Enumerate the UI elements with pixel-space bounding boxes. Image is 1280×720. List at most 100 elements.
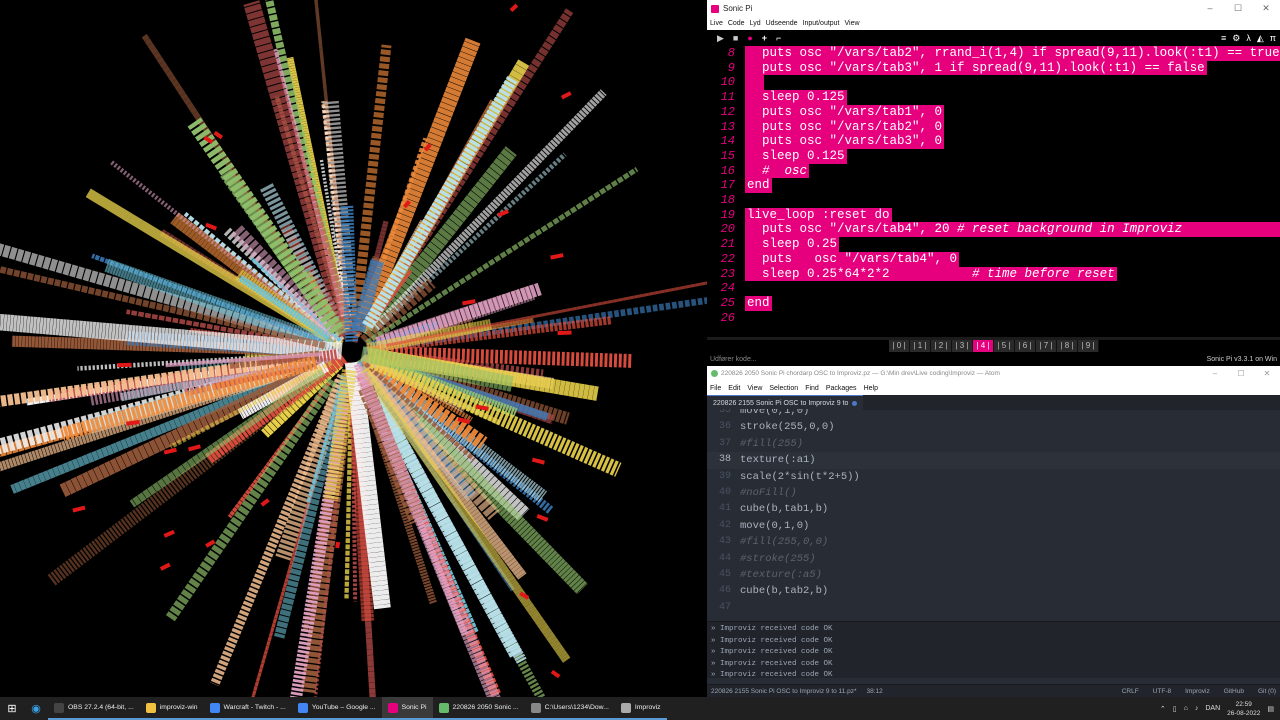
status-line-ending[interactable]: CRLF — [1122, 688, 1139, 695]
menu-find[interactable]: Find — [805, 385, 819, 392]
buffer-tab-9[interactable]: | 9 | — [1078, 340, 1099, 352]
buffer-tab-4[interactable]: | 4 | — [973, 340, 994, 352]
edge-icon[interactable]: ◉ — [24, 697, 48, 720]
volume-icon[interactable]: ♪ — [1195, 705, 1199, 712]
code-line[interactable]: 41 cube(b,tab1,b) — [707, 501, 1280, 517]
code-line[interactable]: 11 sleep 0.125 — [707, 90, 1280, 105]
buffer-tab-5[interactable]: | 5 | — [994, 340, 1015, 352]
notifications-icon[interactable]: ▤ — [1267, 705, 1274, 713]
maximize-button[interactable]: ☐ — [1224, 3, 1252, 14]
buffer-tab-3[interactable]: | 3 | — [952, 340, 973, 352]
sonic-pi-titlebar[interactable]: Sonic Pi – ☐ ✕ — [707, 0, 1280, 17]
taskbar-item[interactable]: 220826 2050 Sonic ... — [432, 697, 525, 720]
buffer-tab-2[interactable]: | 2 | — [931, 340, 952, 352]
language-indicator[interactable]: DAN — [1205, 705, 1220, 712]
windows-start-icon[interactable]: ⊞ — [0, 697, 24, 720]
code-line[interactable]: 40 #noFill() — [707, 485, 1280, 501]
buffer-tab-1[interactable]: | 1 | — [910, 340, 931, 352]
menu-edit[interactable]: Edit — [728, 385, 740, 392]
code-line[interactable]: 38 texture(:a1) — [707, 452, 1280, 469]
code-line[interactable]: 36 stroke(255,0,0) — [707, 419, 1280, 435]
menu-file[interactable]: File — [710, 385, 721, 392]
code-line[interactable]: 13 puts osc "/vars/tab2", 0 — [707, 119, 1280, 135]
sonic-pi-code-editor[interactable]: 8 puts osc "/vars/tab2", rrand_i(1,4) if… — [707, 46, 1280, 338]
code-line[interactable]: 14 puts osc "/vars/tab3", 0 — [707, 134, 1280, 149]
taskbar-item[interactable]: improviz-win — [139, 697, 204, 720]
taskbar-item[interactable]: Improviz — [614, 697, 667, 720]
pi-icon[interactable]: π — [1270, 33, 1276, 44]
code-line[interactable]: 20 puts osc "/vars/tab4", 20 # reset bac… — [707, 222, 1280, 238]
code-line[interactable]: 37 #fill(255) — [707, 436, 1280, 452]
buffer-tab-0[interactable]: | 0 | — [889, 340, 910, 352]
menu-view[interactable]: View — [845, 20, 860, 27]
taskbar-item[interactable]: Sonic Pi — [381, 697, 433, 720]
minimize-button[interactable]: – — [1202, 369, 1228, 378]
stop-icon[interactable]: ■ — [733, 33, 738, 43]
menu-selection[interactable]: Selection — [769, 385, 798, 392]
scope-icon[interactable]: ≡ — [1221, 33, 1226, 44]
taskbar-item[interactable]: YouTube – Google ... — [291, 697, 382, 720]
save-icon[interactable]: ⌐ — [776, 33, 781, 43]
status-file[interactable]: 220826 2155 Sonic Pi OSC to Improviz 9 t… — [711, 688, 857, 695]
code-line[interactable]: 17 end — [707, 178, 1280, 193]
battery-icon[interactable]: ▯ — [1173, 705, 1177, 713]
code-line[interactable]: 12 puts osc "/vars/tab1", 0 — [707, 104, 1280, 120]
menu-packages[interactable]: Packages — [826, 385, 857, 392]
status-cursor[interactable]: 38:12 — [867, 688, 883, 695]
code-line[interactable]: 26 — [707, 311, 1280, 326]
buffer-tab-6[interactable]: | 6 | — [1015, 340, 1036, 352]
code-line[interactable]: 43 #fill(255,0,0) — [707, 534, 1280, 550]
lambda-icon[interactable]: λ — [1246, 33, 1251, 44]
buffer-tab-7[interactable]: | 7 | — [1036, 340, 1057, 352]
network-icon[interactable]: ⌂ — [1184, 705, 1188, 712]
menu-input-output[interactable]: Input/output — [803, 20, 840, 27]
close-button[interactable]: ✕ — [1254, 369, 1280, 378]
code-line[interactable]: 25 end — [707, 295, 1280, 311]
buffer-tab-8[interactable]: | 8 | — [1057, 340, 1078, 352]
atom-code-editor[interactable]: 35 move(0,1,0) 36 stroke(255,0,0) 37 #fill(25… — [707, 409, 1280, 616]
status-grammar[interactable]: Improviz — [1185, 688, 1210, 695]
code-line[interactable]: 21 sleep 0.25 — [707, 237, 1280, 252]
status-encoding[interactable]: UTF-8 — [1153, 688, 1171, 695]
code-line[interactable]: 8 puts osc "/vars/tab2", rrand_i(1,4) if… — [707, 46, 1280, 61]
code-line[interactable]: 22 puts osc "/vars/tab4", 0 — [707, 251, 1280, 267]
menu-help[interactable]: Help — [864, 385, 878, 392]
menu-udseende[interactable]: Udseende — [766, 20, 798, 27]
taskbar-item[interactable]: Warcraft - Twitch - ... — [203, 697, 292, 720]
code-line[interactable]: 39 scale(2*sin(t*2+5)) — [707, 469, 1280, 485]
code-line[interactable]: 19 live_loop :reset do — [707, 207, 1280, 223]
code-line[interactable]: 18 — [707, 193, 1280, 208]
code-line[interactable]: 23 sleep 0.25*64*2*2 # time before reset — [707, 266, 1280, 282]
menu-code[interactable]: Code — [728, 20, 745, 27]
tray-chevron-icon[interactable]: ⌃ — [1160, 705, 1166, 713]
menu-lyd[interactable]: Lyd — [750, 20, 761, 27]
prefs-icon[interactable]: ⚙ — [1232, 33, 1240, 44]
maximize-button[interactable]: ☐ — [1228, 369, 1254, 378]
status-git[interactable]: Git (0) — [1258, 688, 1276, 695]
editor-tab[interactable]: 220826 2155 Sonic Pi OSC to Improviz 9 t… — [707, 395, 864, 410]
modified-dot-icon[interactable] — [852, 400, 858, 406]
code-line[interactable]: 16 # osc — [707, 163, 1280, 179]
close-button[interactable]: ✕ — [1252, 3, 1280, 14]
code-line[interactable]: 46 cube(b,tab2,b) — [707, 583, 1280, 599]
menu-live[interactable]: Live — [710, 20, 723, 27]
code-line[interactable]: 9 puts osc "/vars/tab3", 1 if spread(9,1… — [707, 60, 1280, 76]
clock[interactable]: 22:59 26-08-2022 — [1227, 700, 1260, 718]
record-icon[interactable]: ● — [747, 33, 752, 43]
code-line[interactable]: 47 — [707, 600, 1280, 616]
triangle-icon[interactable]: ◭ — [1257, 33, 1264, 44]
code-line[interactable]: 42 move(0,1,0) — [707, 518, 1280, 534]
code-line[interactable]: 45 #texture(:a5) — [707, 567, 1280, 583]
minimize-button[interactable]: – — [1196, 3, 1224, 14]
code-line[interactable]: 24 — [707, 281, 1280, 296]
menu-view[interactable]: View — [747, 385, 762, 392]
status-github[interactable]: GitHub — [1224, 688, 1244, 695]
new-buffer-icon[interactable]: + — [762, 33, 767, 43]
code-line[interactable]: 15 sleep 0.125 — [707, 148, 1280, 164]
code-line[interactable]: 35 move(0,1,0) — [707, 409, 1280, 419]
taskbar-item[interactable]: OBS 27.2.4 (64-bit, ... — [48, 697, 140, 720]
play-icon[interactable]: ▶ — [717, 33, 724, 44]
code-line[interactable]: 44 #stroke(255) — [707, 551, 1280, 567]
atom-titlebar[interactable]: 220826 2050 Sonic Pi chordarp OSC to Imp… — [707, 366, 1280, 381]
taskbar-item[interactable]: C:\Users\1234\Dow... — [524, 697, 615, 720]
